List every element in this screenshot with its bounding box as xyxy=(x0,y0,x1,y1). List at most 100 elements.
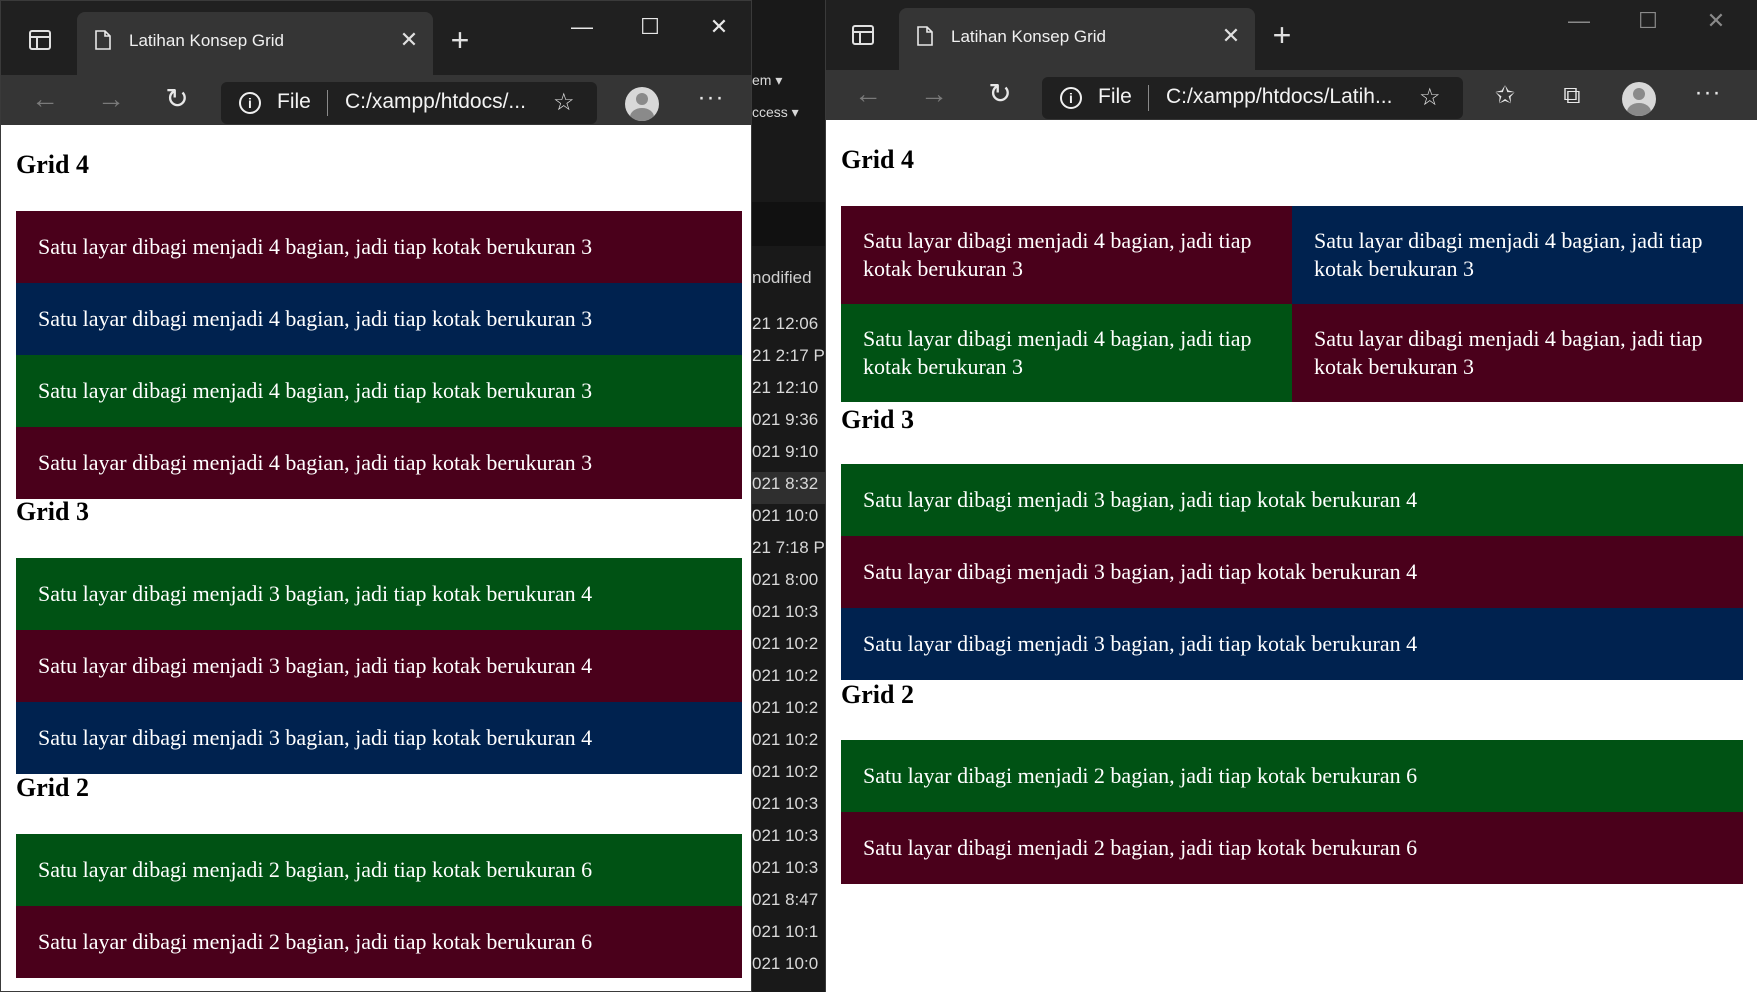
file-row-modified-date[interactable]: 021 10:2 xyxy=(752,664,825,696)
browser-toolbar: ← → ↻ i File C:/xampp/htdocs/Latih... ☆ … xyxy=(826,70,1757,120)
grid-item: Satu layar dibagi menjadi 2 bagian, jadi… xyxy=(16,834,742,906)
address-bar[interactable]: i File C:/xampp/htdocs/... ☆ xyxy=(221,82,597,124)
background-menu-item[interactable]: em ▾ xyxy=(752,72,782,89)
file-row-modified-date[interactable]: 21 2:17 P xyxy=(752,344,825,376)
section-title: Grid 2 xyxy=(16,773,89,802)
modified-column-header[interactable]: nodified xyxy=(752,268,812,288)
grid-item: Satu layar dibagi menjadi 2 bagian, jadi… xyxy=(841,812,1743,884)
file-row-modified-date[interactable]: 21 12:06 xyxy=(752,312,825,344)
page-content: Grid 4 Satu layar dibagi menjadi 4 bagia… xyxy=(1,125,751,991)
minimize-button[interactable]: — xyxy=(1549,1,1609,41)
new-tab-icon[interactable]: + xyxy=(1267,19,1297,51)
grid-item: Satu layar dibagi menjadi 4 bagian, jadi… xyxy=(1292,206,1743,304)
forward-arrow-icon[interactable]: → xyxy=(87,75,135,125)
grid-3-container: Satu layar dibagi menjadi 3 bagian, jadi… xyxy=(16,558,742,774)
grid-2-container: Satu layar dibagi menjadi 2 bagian, jadi… xyxy=(841,740,1743,884)
profile-avatar-icon[interactable] xyxy=(625,87,659,121)
add-favorite-icon[interactable]: ☆ xyxy=(1419,83,1441,112)
section-title: Grid 3 xyxy=(16,497,89,526)
file-row-modified-date[interactable]: 21 12:10 xyxy=(752,376,825,408)
tab-actions-icon[interactable] xyxy=(852,25,874,45)
address-bar[interactable]: i File C:/xampp/htdocs/Latih... ☆ xyxy=(1042,77,1463,119)
favorites-icon[interactable]: ✩ xyxy=(1485,78,1525,114)
url-text[interactable]: C:/xampp/htdocs/Latih... xyxy=(1166,85,1392,109)
grid-4-container: Satu layar dibagi menjadi 4 bagian, jadi… xyxy=(16,211,742,499)
section-title: Grid 2 xyxy=(841,680,914,709)
grid-item: Satu layar dibagi menjadi 4 bagian, jadi… xyxy=(16,283,742,355)
tab-title: Latihan Konsep Grid xyxy=(129,31,284,50)
browser-window-narrow: Latihan Konsep Grid ✕ + — ☐ ✕ ← → ↻ i Fi… xyxy=(0,0,752,992)
file-row-modified-date[interactable]: 021 10:3 xyxy=(752,600,825,632)
grid-3-container: Satu layar dibagi menjadi 3 bagian, jadi… xyxy=(841,464,1743,680)
file-row-modified-date[interactable]: 021 10:3 xyxy=(752,792,825,824)
file-row-modified-date[interactable]: 021 9:10 xyxy=(752,440,825,472)
file-row-modified-date[interactable]: 021 8:47 xyxy=(752,888,825,920)
more-icon[interactable]: ··· xyxy=(691,83,731,119)
maximize-button[interactable]: ☐ xyxy=(1618,1,1678,41)
grid-item: Satu layar dibagi menjadi 3 bagian, jadi… xyxy=(16,630,742,702)
minimize-button[interactable]: — xyxy=(552,7,612,47)
file-label: File xyxy=(1098,85,1132,108)
url-text[interactable]: C:/xampp/htdocs/... xyxy=(345,90,526,114)
file-row-modified-date[interactable]: 021 10:1 xyxy=(752,920,825,952)
section-title: Grid 3 xyxy=(841,405,914,434)
file-row-modified-date[interactable]: 021 10:3 xyxy=(752,824,825,856)
file-row-modified-date[interactable]: 021 10:0 xyxy=(752,952,825,984)
file-row-modified-date[interactable]: 021 10:2 xyxy=(752,632,825,664)
file-label: File xyxy=(277,90,311,113)
back-arrow-icon[interactable]: ← xyxy=(844,70,892,120)
info-icon[interactable]: i xyxy=(1060,87,1082,109)
grid-item: Satu layar dibagi menjadi 3 bagian, jadi… xyxy=(841,608,1743,680)
grid-2-container: Satu layar dibagi menjadi 2 bagian, jadi… xyxy=(16,834,742,978)
file-row-modified-date[interactable]: 021 8:00 xyxy=(752,568,825,600)
grid-item: Satu layar dibagi menjadi 4 bagian, jadi… xyxy=(841,304,1292,402)
section-title: Grid 4 xyxy=(16,150,89,179)
page-content: Grid 4 Satu layar dibagi menjadi 4 bagia… xyxy=(826,120,1757,992)
close-button[interactable]: ✕ xyxy=(1686,1,1746,41)
file-row-modified-date[interactable]: 021 10:0 xyxy=(752,504,825,536)
browser-tab[interactable]: Latihan Konsep Grid ✕ xyxy=(77,12,433,75)
grid-item: Satu layar dibagi menjadi 2 bagian, jadi… xyxy=(16,906,742,978)
forward-arrow-icon[interactable]: → xyxy=(910,70,958,120)
more-icon[interactable]: ··· xyxy=(1688,78,1728,114)
grid-item: Satu layar dibagi menjadi 3 bagian, jadi… xyxy=(841,536,1743,608)
title-bar: Latihan Konsep Grid ✕ + — ☐ ✕ xyxy=(1,1,751,75)
collections-icon[interactable]: ⧉ xyxy=(1552,78,1592,114)
add-favorite-icon[interactable]: ☆ xyxy=(553,88,575,117)
grid-item: Satu layar dibagi menjadi 2 bagian, jadi… xyxy=(841,740,1743,812)
file-row-modified-date[interactable]: 021 10:3 xyxy=(752,856,825,888)
grid-item: Satu layar dibagi menjadi 4 bagian, jadi… xyxy=(1292,304,1743,402)
refresh-icon[interactable]: ↻ xyxy=(153,75,201,125)
info-icon[interactable]: i xyxy=(239,92,261,114)
section-title: Grid 4 xyxy=(841,145,914,174)
browser-tab[interactable]: Latihan Konsep Grid ✕ xyxy=(899,8,1255,70)
tab-close-icon[interactable]: ✕ xyxy=(1217,22,1245,50)
back-arrow-icon[interactable]: ← xyxy=(21,75,69,125)
file-row-modified-date[interactable]: 021 8:32 xyxy=(752,472,825,504)
grid-item: Satu layar dibagi menjadi 4 bagian, jadi… xyxy=(16,427,742,499)
grid-item: Satu layar dibagi menjadi 4 bagian, jadi… xyxy=(16,211,742,283)
file-row-modified-date[interactable]: 021 9:36 xyxy=(752,408,825,440)
tab-close-icon[interactable]: ✕ xyxy=(395,26,423,54)
profile-avatar-icon[interactable] xyxy=(1622,82,1656,116)
refresh-icon[interactable]: ↻ xyxy=(976,70,1024,120)
maximize-button[interactable]: ☐ xyxy=(620,7,680,47)
address-separator xyxy=(327,90,328,116)
file-row-modified-date[interactable]: 21 7:18 P xyxy=(752,536,825,568)
file-row-modified-date[interactable]: 021 10:2 xyxy=(752,760,825,792)
file-row-modified-date[interactable]: 021 10:2 xyxy=(752,696,825,728)
grid-item: Satu layar dibagi menjadi 3 bagian, jadi… xyxy=(16,558,742,630)
title-bar: Latihan Konsep Grid ✕ + — ☐ ✕ xyxy=(826,0,1757,70)
background-menu-item[interactable]: ccess ▾ xyxy=(752,104,799,121)
grid-item: Satu layar dibagi menjadi 4 bagian, jadi… xyxy=(841,206,1292,304)
file-row-modified-date[interactable]: 021 10:2 xyxy=(752,728,825,760)
address-separator xyxy=(1148,85,1149,111)
close-button[interactable]: ✕ xyxy=(689,7,749,47)
browser-window-wide: Latihan Konsep Grid ✕ + — ☐ ✕ ← → ↻ i Fi… xyxy=(825,0,1757,992)
grid-4-container: Satu layar dibagi menjadi 4 bagian, jadi… xyxy=(841,206,1743,402)
browser-toolbar: ← → ↻ i File C:/xampp/htdocs/... ☆ ··· xyxy=(1,75,751,125)
page-icon xyxy=(95,30,111,50)
background-toolbar xyxy=(752,202,825,246)
new-tab-icon[interactable]: + xyxy=(445,24,475,56)
tab-actions-icon[interactable] xyxy=(29,30,51,50)
